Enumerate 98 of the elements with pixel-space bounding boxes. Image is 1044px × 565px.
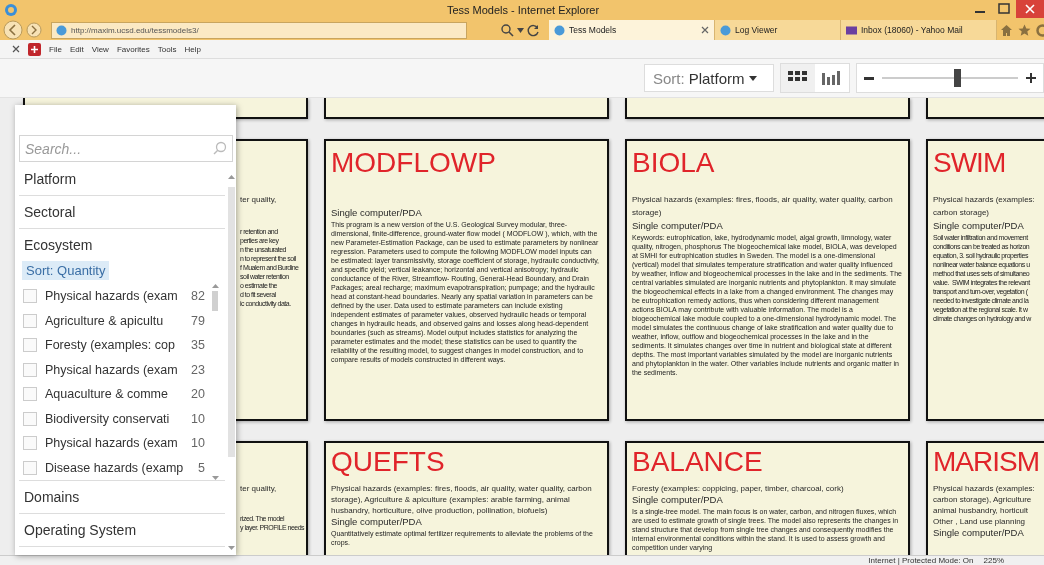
model-card[interactable] xyxy=(625,441,910,555)
browser-tab[interactable]: Log Viewer xyxy=(715,20,841,40)
security-zone: Internet | Protected Mode: On xyxy=(868,556,974,565)
menu-item[interactable]: View xyxy=(91,44,109,54)
zoom-level[interactable]: 225% xyxy=(983,556,1004,565)
menu-item[interactable]: Edit xyxy=(69,44,84,54)
scroll-up-icon[interactable] xyxy=(211,284,219,288)
option-label[interactable]: Aquaculture & comme xyxy=(45,387,183,402)
sort-dropdown[interactable]: Sort: Platform xyxy=(644,64,774,92)
model-platform: Single computer/PDA xyxy=(632,494,724,506)
option-count: 79 xyxy=(190,313,205,328)
model-category: ter quality, xyxy=(240,483,278,494)
option-count: 35 xyxy=(190,338,205,353)
menu-item[interactable]: Favorites xyxy=(116,44,150,54)
address-bar[interactable]: http://maxim.ucsd.edu/tessmodels3/ xyxy=(51,21,467,39)
close-tab-icon[interactable] xyxy=(701,26,709,34)
menu-item[interactable]: Tools xyxy=(157,44,177,54)
facet-header[interactable]: Platform xyxy=(19,163,225,195)
option-label[interactable]: Foresty (examples: cop xyxy=(45,338,183,353)
model-card[interactable]: MARISM Physical hazards (examples: carbon storage), Agriculture animal husbandry, horticult Other , Land use planning Single computer/PDA xyxy=(926,441,1044,555)
checkbox[interactable] xyxy=(23,362,37,377)
refresh-icon[interactable] xyxy=(527,23,540,37)
caret-icon[interactable] xyxy=(517,27,524,33)
page-icon xyxy=(554,24,565,36)
model-title: BIOLA xyxy=(632,147,716,179)
model-platform: Single computer/PDA xyxy=(933,527,1025,539)
globe-icon xyxy=(56,24,67,36)
checkbox[interactable] xyxy=(23,338,37,353)
option-label[interactable]: Disease hazards (examp xyxy=(45,460,183,475)
close-button[interactable] xyxy=(1016,0,1044,18)
model-card[interactable] xyxy=(625,139,910,421)
checkbox[interactable] xyxy=(23,436,37,451)
model-category: Physical hazards (examples: fires, floods, air quality, water quality, carbon storage), Agriculture & apiculture (examples: arable farming, animal husbandry, horticulture, olive production, pollination, biofuels) xyxy=(331,483,593,516)
scroll-thumb[interactable] xyxy=(212,291,218,311)
model-platform: Single computer/PDA xyxy=(331,206,423,219)
back-button[interactable] xyxy=(3,20,23,40)
facet-header[interactable]: Sectoral xyxy=(19,196,225,228)
model-title: MODFLOWP xyxy=(331,147,497,179)
scroll-up-icon[interactable] xyxy=(227,175,235,179)
option-count: 5 xyxy=(197,460,205,475)
scroll-down-icon[interactable] xyxy=(227,546,235,550)
addon-icon[interactable] xyxy=(28,42,41,56)
checkbox[interactable] xyxy=(23,313,37,328)
window-title: Tess Models - Internet Explorer xyxy=(445,4,601,16)
model-title: BALANCE xyxy=(632,447,764,477)
checkbox[interactable] xyxy=(23,411,37,426)
menu-item[interactable]: File xyxy=(49,44,62,54)
grid-view-button[interactable] xyxy=(781,64,815,92)
model-platform: Single computer/PDA xyxy=(331,516,423,528)
browser-tab[interactable]: Inbox (18060) - Yahoo Mail xyxy=(841,20,997,40)
model-card[interactable] xyxy=(324,139,609,421)
forward-button[interactable] xyxy=(26,22,42,38)
checkbox[interactable] xyxy=(23,387,37,402)
search-icon[interactable] xyxy=(500,23,514,37)
bar-chart-icon xyxy=(822,71,842,85)
home-icon[interactable] xyxy=(1000,23,1013,37)
option-label[interactable]: Physical hazards (exam xyxy=(45,362,183,377)
model-platform: Single computer/PDA xyxy=(632,219,724,232)
zoom-out-icon[interactable] xyxy=(864,76,874,80)
scroll-down-icon[interactable] xyxy=(211,476,219,480)
sort-toggle[interactable]: Sort: Quantity xyxy=(22,261,110,280)
search-icon xyxy=(213,141,227,155)
close-icon[interactable] xyxy=(12,45,20,53)
caret-icon xyxy=(748,75,757,81)
browser-logo-icon xyxy=(4,3,18,17)
page-icon xyxy=(846,24,857,36)
option-count: 20 xyxy=(190,387,205,402)
option-label[interactable]: Biodiversity conservati xyxy=(45,411,183,426)
star-icon[interactable] xyxy=(1018,23,1031,37)
model-platform: Single computer/PDA xyxy=(933,219,1025,232)
facet-header[interactable]: Ecosystem xyxy=(19,229,225,261)
facet-header[interactable]: Domains xyxy=(19,481,225,513)
option-label[interactable]: Physical hazards (exam xyxy=(45,289,183,304)
zoom-in-icon[interactable] xyxy=(1026,73,1036,83)
model-category: Physical hazards (examples: carbon storage) xyxy=(933,194,1036,219)
model-category: Foresty (examples: coppicing, paper, timber, charcoal, cork) xyxy=(632,483,845,494)
model-category: Physical hazards (examples: carbon storage), Agriculture animal husbandry, horticult Other , Land use planning xyxy=(933,483,1036,527)
checkbox[interactable] xyxy=(23,460,37,475)
menu-item[interactable]: Help xyxy=(184,44,201,54)
browser-tab[interactable]: Tess Models xyxy=(549,20,715,40)
model-title: QUEFTS xyxy=(331,447,446,477)
option-count: 23 xyxy=(190,362,205,377)
model-title: SWIM xyxy=(933,147,1007,179)
option-label[interactable]: Physical hazards (exam xyxy=(45,436,183,451)
scrollbar[interactable] xyxy=(227,175,235,550)
scroll-thumb[interactable] xyxy=(227,187,235,457)
option-count: 10 xyxy=(190,436,205,451)
search-field[interactable]: Search... xyxy=(19,135,233,162)
page-icon xyxy=(720,24,731,36)
model-category: Physical hazards (examples: fires, floods, air quality, water quality, carbon storage) xyxy=(632,194,894,219)
facet-header[interactable]: Operating System xyxy=(19,514,225,546)
model-card[interactable] xyxy=(324,441,609,555)
model-title: MARISM xyxy=(933,447,1040,477)
option-count: 10 xyxy=(190,411,205,426)
model-category: ter quality, xyxy=(240,194,278,206)
checkbox[interactable] xyxy=(23,289,37,304)
option-label[interactable]: Agriculture & apicultu xyxy=(45,313,183,328)
option-count: 82 xyxy=(190,289,205,304)
